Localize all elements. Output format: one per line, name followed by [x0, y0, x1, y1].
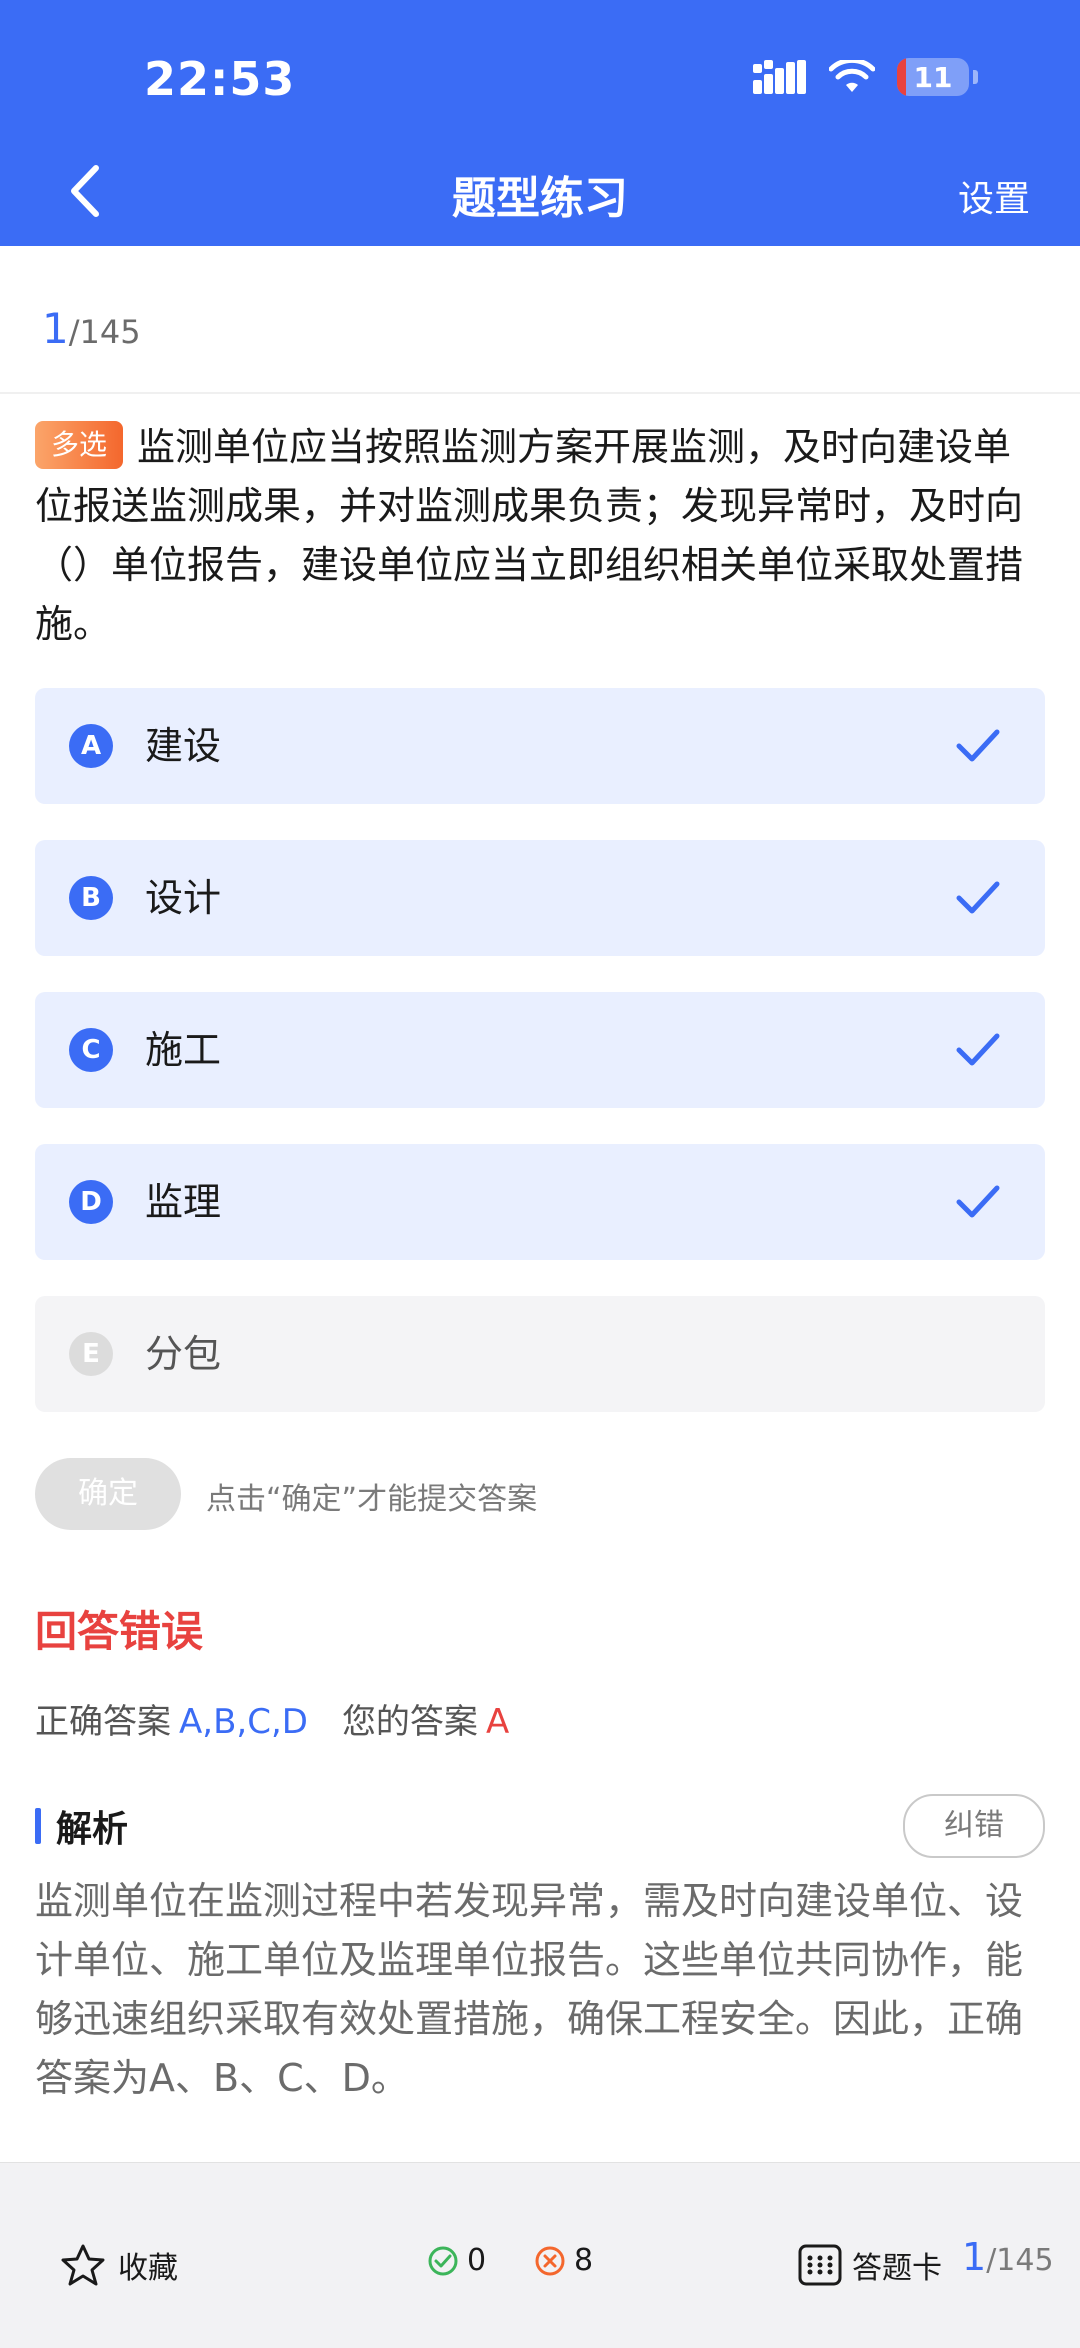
checkmark-icon	[956, 881, 1000, 914]
right-count-value: 0	[467, 2243, 487, 2278]
checkmark-icon	[956, 729, 1000, 762]
status-time: 22:53	[144, 52, 296, 106]
bottom-progress: 1/145	[962, 2235, 1054, 2279]
answer-card-label: 答题卡	[852, 2251, 942, 2286]
wrong-count-value: 8	[574, 2243, 594, 2278]
checkmark-icon	[956, 1185, 1000, 1218]
option-list: A 建设 B 设计 C 施工 D 监理 E 分包	[35, 688, 1045, 1448]
question-stem: 多选 监测单位应当按照监测方案开展监测，及时向建设单位报送监测成果，并对监测成果负…	[35, 418, 1040, 654]
option-letter: B	[69, 876, 113, 920]
your-answer-value: A	[485, 1702, 510, 1742]
option-text: 建设	[145, 724, 222, 768]
question-progress: 1/145	[42, 304, 141, 353]
analysis-accent-bar	[35, 1808, 41, 1844]
confirm-hint: 点击“确定”才能提交答案	[206, 1482, 538, 1517]
option-text: 施工	[145, 1028, 222, 1072]
bottom-toolbar: 收藏 0 8 答题卡 1/145	[0, 2162, 1080, 2348]
question-type-badge: 多选	[35, 421, 124, 469]
battery-icon: 11	[897, 58, 969, 96]
option-letter: A	[69, 724, 113, 768]
progress-current: 1	[42, 304, 69, 353]
option-letter: E	[69, 1332, 113, 1376]
option-text: 设计	[145, 876, 222, 920]
report-error-button[interactable]: 纠错	[903, 1794, 1045, 1858]
option-text: 监理	[145, 1180, 222, 1224]
confirm-button[interactable]: 确定	[35, 1458, 181, 1530]
analysis-title: 解析	[56, 1809, 129, 1850]
app-header: 22:53 11 题型练习 设置	[0, 0, 1080, 246]
divider	[0, 392, 1080, 394]
progress-total: /145	[68, 313, 141, 351]
right-count: 0	[427, 2243, 486, 2278]
bottom-progress-current: 1	[962, 2235, 987, 2279]
result-title: 回答错误	[35, 1607, 204, 1656]
answer-summary: 正确答案 A,B,C,D 您的答案 A	[35, 1694, 509, 1743]
favorite-button[interactable]: 收藏	[60, 2243, 178, 2287]
answer-card-button[interactable]: 答题卡	[798, 2243, 942, 2287]
option-e[interactable]: E 分包	[35, 1296, 1045, 1412]
option-letter: C	[69, 1028, 113, 1072]
option-c[interactable]: C 施工	[35, 992, 1045, 1108]
battery-fill	[897, 58, 906, 96]
question-text: 监测单位应当按照监测方案开展监测，及时向建设单位报送监测成果，并对监测成果负责；…	[35, 425, 1024, 646]
bottom-progress-total: /145	[986, 2243, 1054, 2278]
grid-icon	[798, 2244, 842, 2286]
option-b[interactable]: B 设计	[35, 840, 1045, 956]
status-icons: 11	[753, 58, 978, 96]
correct-answer-label: 正确答案	[35, 1702, 171, 1742]
signal-icon	[753, 60, 807, 94]
check-circle-icon	[428, 2246, 458, 2275]
wrong-count: 8	[534, 2243, 593, 2278]
option-a[interactable]: A 建设	[35, 688, 1045, 804]
option-letter: D	[69, 1180, 113, 1224]
option-d[interactable]: D 监理	[35, 1144, 1045, 1260]
favorite-label: 收藏	[118, 2251, 178, 2286]
page-title: 题型练习	[452, 173, 628, 224]
battery-cap	[973, 70, 978, 84]
wifi-icon	[829, 60, 875, 94]
battery-level: 11	[913, 60, 953, 94]
your-answer-label: 您的答案	[341, 1702, 478, 1742]
star-icon	[61, 2244, 105, 2286]
analysis-text: 监测单位在监测过程中若发现异常，需及时向建设单位、设计单位、施工单位及监理单位报…	[35, 1879, 1024, 2100]
correct-answer-value: A,B,C,D	[179, 1702, 308, 1742]
checkmark-icon	[956, 1033, 1000, 1066]
x-circle-icon	[535, 2246, 565, 2275]
option-text: 分包	[145, 1332, 222, 1376]
settings-button[interactable]: 设置	[958, 170, 1030, 222]
